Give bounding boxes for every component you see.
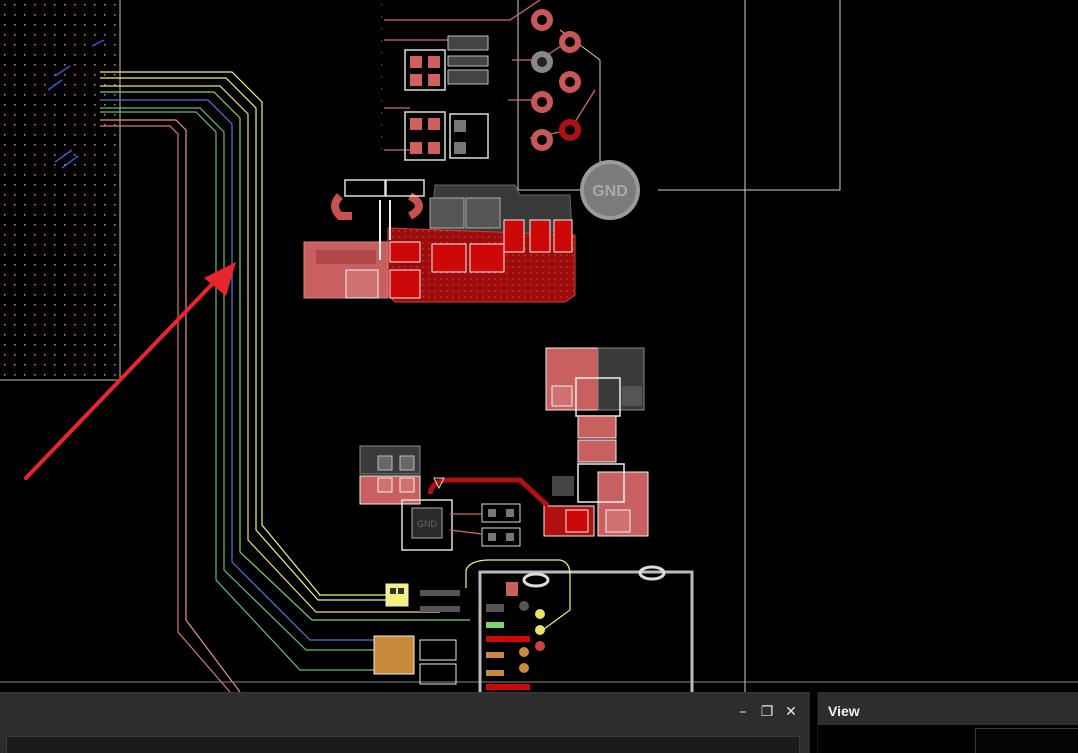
ic-label: GND <box>417 519 438 529</box>
gnd-mounting-pad: GND <box>580 160 640 220</box>
inductor-group <box>427 347 649 537</box>
close-icon[interactable]: ✕ <box>782 703 800 721</box>
bottom-dock-panel: – ❐ ✕ <box>0 692 810 753</box>
restore-icon[interactable]: ❐ <box>758 703 776 721</box>
view-panel-title: View <box>828 703 860 719</box>
view-panel-body[interactable] <box>818 725 1078 753</box>
minimize-icon[interactable]: – <box>734 703 752 721</box>
gnd-pad-label: GND <box>592 183 628 200</box>
bga-footprint <box>0 0 121 381</box>
power-copper-region <box>303 179 576 303</box>
bottom-panel-body <box>6 736 800 753</box>
smd-components-top <box>404 35 489 161</box>
view-panel: View <box>817 692 1078 753</box>
pcb-canvas[interactable]: GND GND <box>0 0 1078 692</box>
view-preview[interactable] <box>975 728 1078 753</box>
header-connector <box>384 0 601 191</box>
bus-traces <box>100 71 470 692</box>
pcb-editor-window: GND GND – ❐ ✕ View <box>0 0 1078 753</box>
ic-cluster: GND <box>359 445 521 551</box>
via-column <box>380 0 384 160</box>
bottom-components <box>373 559 666 690</box>
